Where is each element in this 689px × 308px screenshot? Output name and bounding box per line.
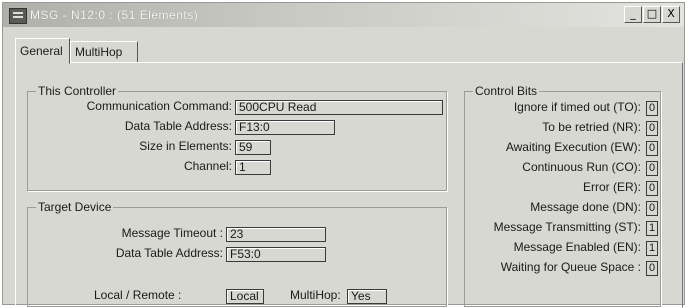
control-bit-label-dn: Message done (DN): bbox=[530, 200, 641, 214]
control-bit-value-co[interactable]: 0 bbox=[646, 161, 658, 176]
control-bit-label-er: Error (ER): bbox=[583, 180, 641, 194]
control-bit-label-nr: To be retried (NR): bbox=[542, 120, 641, 134]
title-bar[interactable]: MSG - N12:0 : (51 Elements) _ □ X bbox=[3, 3, 684, 27]
control-bits-group: Control Bits Ignore if timed out (TO): 0… bbox=[464, 84, 661, 307]
control-bit-label-queue: Waiting for Queue Space : bbox=[500, 260, 641, 274]
control-bit-label-ew: Awaiting Execution (EW): bbox=[505, 140, 641, 154]
control-bit-value-er[interactable]: 0 bbox=[646, 181, 658, 196]
control-bit-value-to[interactable]: 0 bbox=[646, 101, 658, 116]
message-timeout-label: Message Timeout : bbox=[121, 226, 223, 240]
multihop-label: MultiHop: bbox=[290, 288, 341, 302]
data-table-address-label: Data Table Address: bbox=[124, 119, 232, 133]
control-bit-label-to: Ignore if timed out (TO): bbox=[513, 100, 641, 114]
multihop-field[interactable]: Yes bbox=[347, 289, 387, 304]
size-in-elements-field[interactable]: 59 bbox=[235, 140, 271, 155]
control-bit-label-st: Message Transmitting (ST): bbox=[493, 220, 641, 234]
channel-label: Channel: bbox=[183, 159, 232, 173]
control-bits-title: Control Bits bbox=[473, 84, 540, 98]
window-title: MSG - N12:0 : (51 Elements) bbox=[30, 8, 199, 22]
target-data-table-address-label: Data Table Address: bbox=[115, 246, 223, 260]
target-device-title: Target Device bbox=[36, 200, 114, 214]
control-bit-value-dn[interactable]: 0 bbox=[646, 201, 658, 216]
message-timeout-field[interactable]: 23 bbox=[226, 227, 326, 242]
this-controller-title: This Controller bbox=[36, 84, 119, 98]
control-bit-value-queue[interactable]: 0 bbox=[646, 261, 658, 276]
msg-dialog-window: MSG - N12:0 : (51 Elements) _ □ X Genera… bbox=[2, 2, 685, 308]
app-icon[interactable] bbox=[9, 8, 27, 24]
window-controls: _ □ X bbox=[623, 6, 680, 23]
control-bit-value-en[interactable]: 1 bbox=[646, 241, 658, 256]
local-remote-label: Local / Remote : bbox=[94, 288, 182, 302]
communication-command-label: Communication Command: bbox=[86, 99, 232, 113]
minimize-button[interactable]: _ bbox=[624, 6, 642, 23]
communication-command-field[interactable]: 500CPU Read bbox=[235, 100, 443, 115]
local-remote-field[interactable]: Local bbox=[226, 289, 264, 304]
maximize-button[interactable]: □ bbox=[643, 6, 661, 23]
this-controller-group: This Controller Communication Command: 5… bbox=[27, 84, 447, 191]
control-bit-value-st[interactable]: 1 bbox=[646, 221, 658, 236]
close-button[interactable]: X bbox=[662, 6, 680, 23]
tab-multihop[interactable]: MultiHop bbox=[70, 41, 138, 63]
channel-field[interactable]: 1 bbox=[235, 160, 271, 175]
target-data-table-address-field[interactable]: F53:0 bbox=[226, 247, 326, 262]
control-bit-value-nr[interactable]: 0 bbox=[646, 121, 658, 136]
size-in-elements-label: Size in Elements: bbox=[139, 139, 232, 153]
general-tab-panel: This Controller Communication Command: 5… bbox=[15, 62, 683, 308]
control-bit-label-en: Message Enabled (EN): bbox=[513, 240, 641, 254]
tab-general[interactable]: General bbox=[15, 38, 70, 64]
control-bit-label-co: Continuous Run (CO): bbox=[522, 160, 641, 174]
data-table-address-field[interactable]: F13:0 bbox=[235, 120, 335, 135]
control-bit-value-ew[interactable]: 0 bbox=[646, 141, 658, 156]
target-device-group: Target Device Message Timeout : 23 Data … bbox=[27, 200, 447, 307]
